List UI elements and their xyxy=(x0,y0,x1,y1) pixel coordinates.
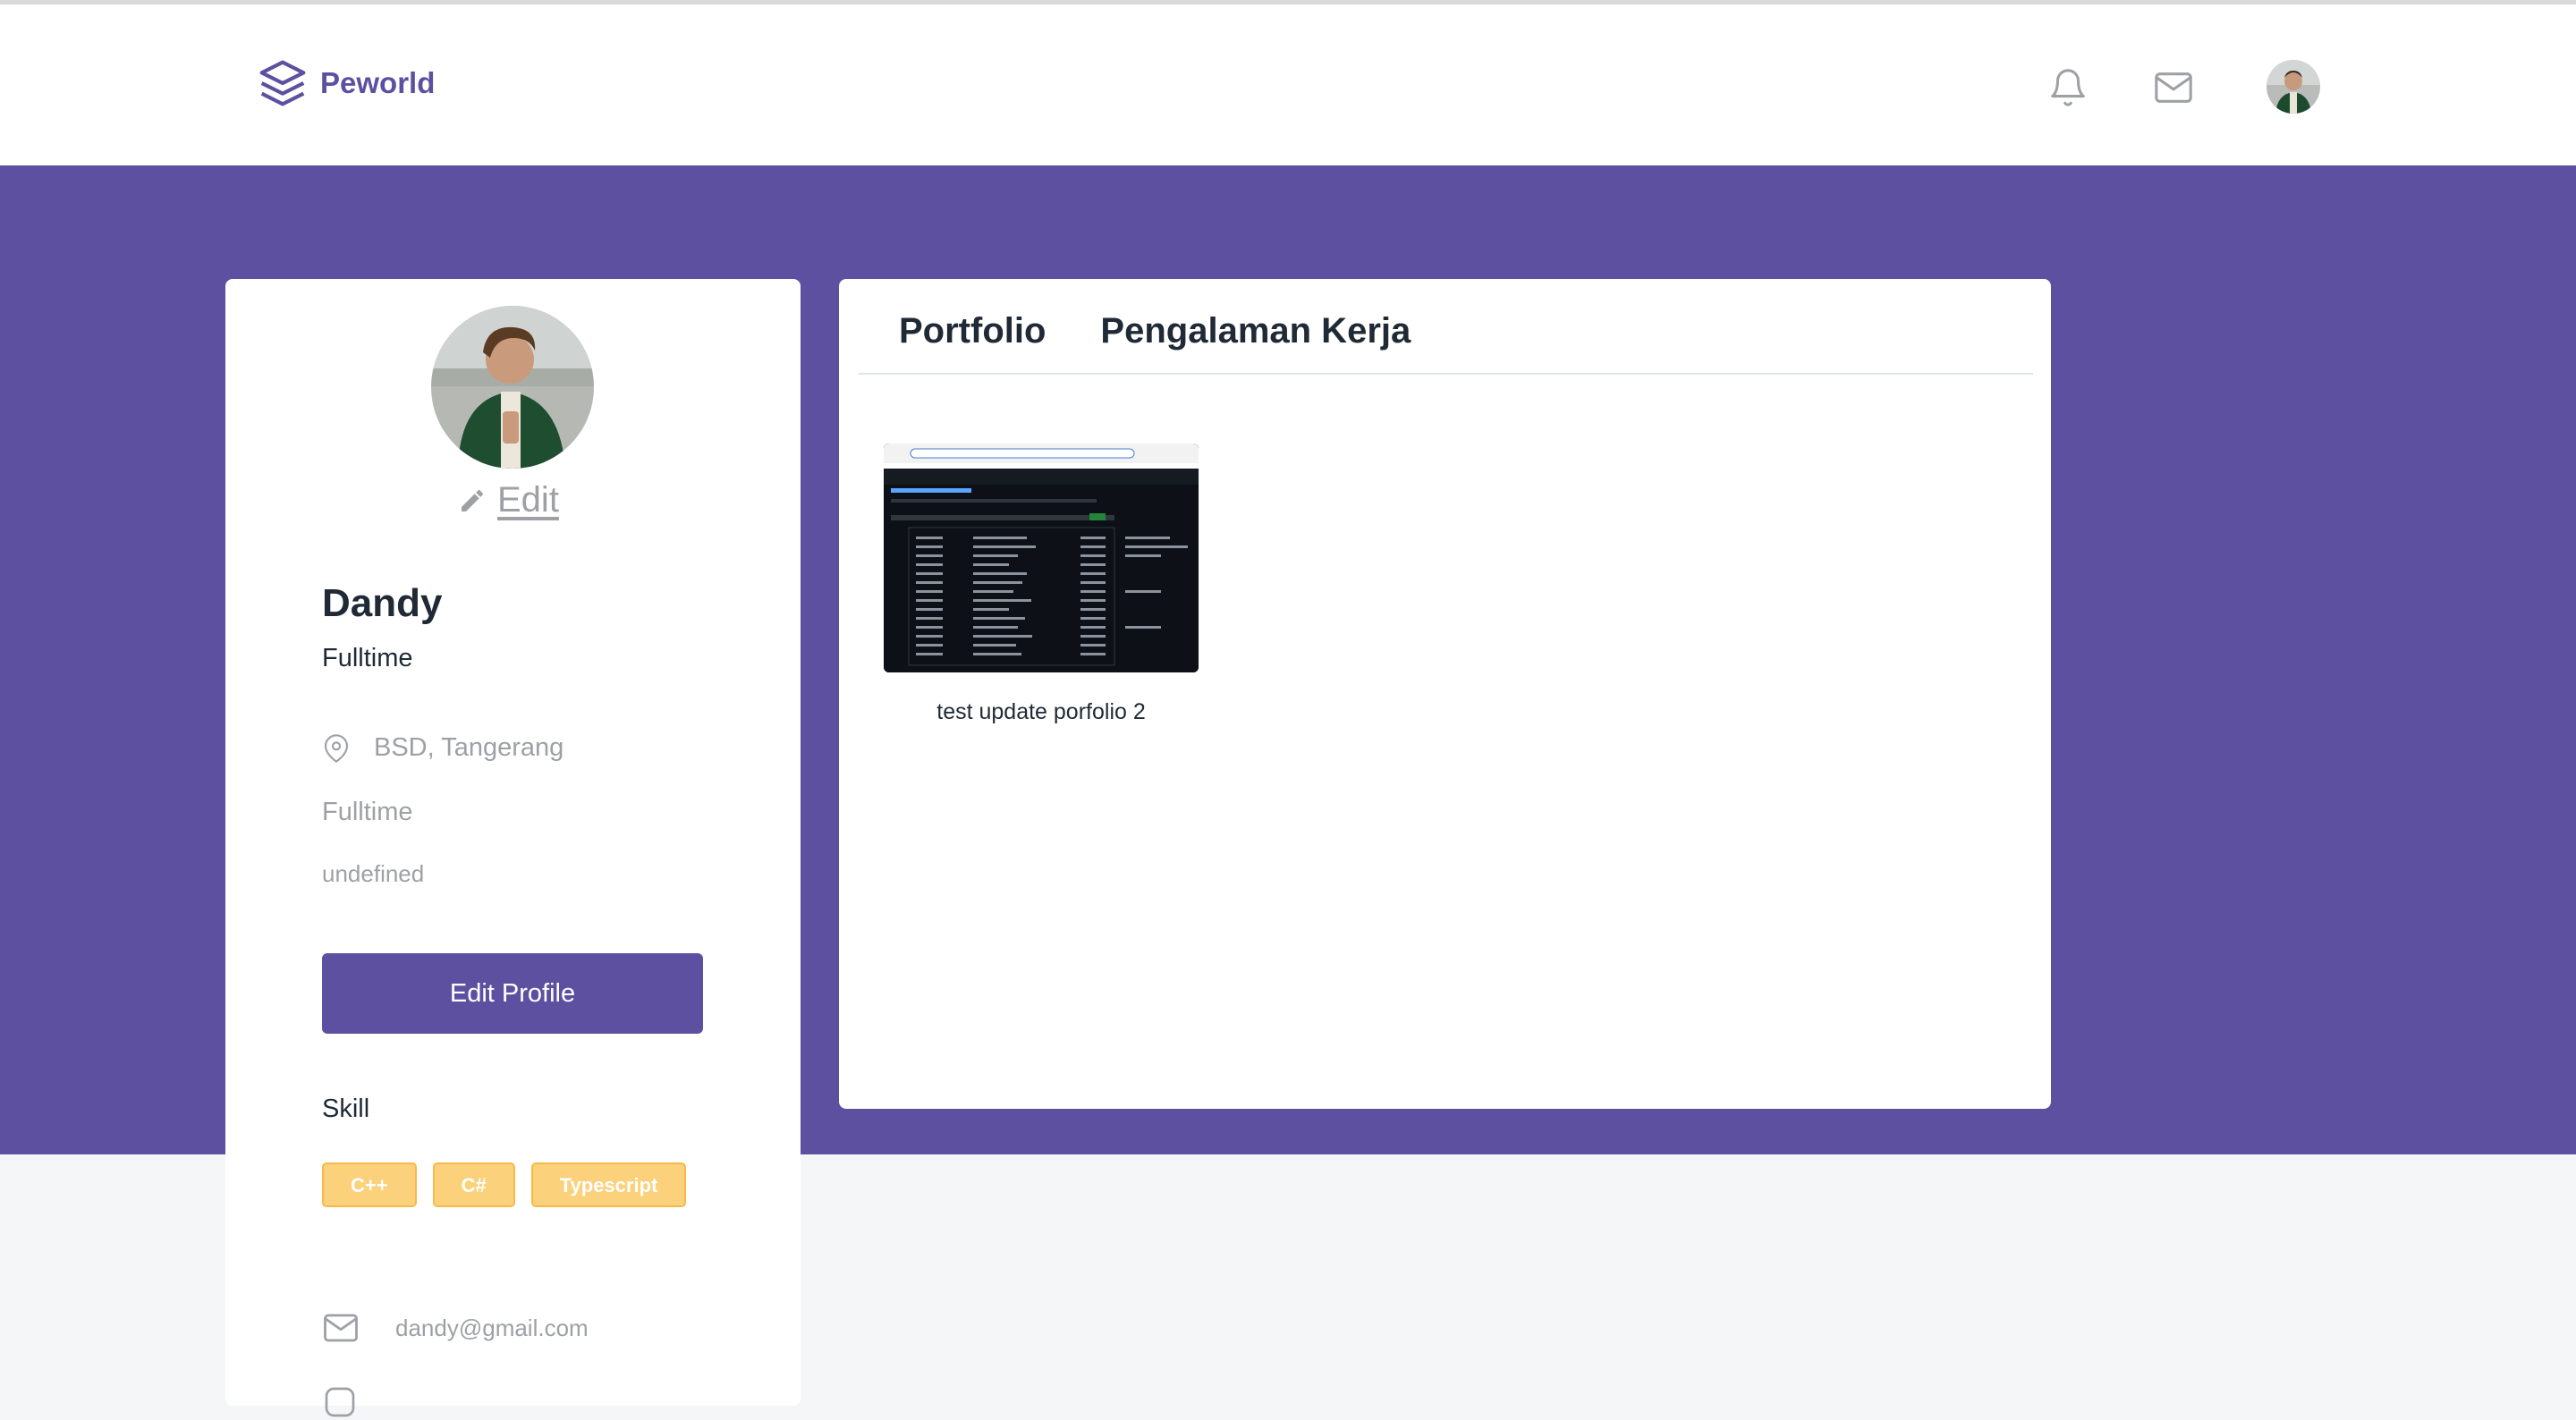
portfolio-item[interactable]: test update porfolio 2 xyxy=(884,444,1199,725)
bell-icon[interactable] xyxy=(2047,67,2089,108)
contact-icon xyxy=(325,1387,355,1417)
pencil-icon xyxy=(462,489,483,511)
edit-photo-label[interactable]: Edit xyxy=(497,480,559,520)
profile-name: Dandy xyxy=(322,581,443,625)
tab-portfolio[interactable]: Portfolio xyxy=(899,311,1046,351)
portfolio-title: test update porfolio 2 xyxy=(936,699,1146,724)
skill-title: Skill xyxy=(322,1095,370,1123)
content-card: Portfolio Pengalaman Kerja test update p… xyxy=(839,279,2051,1109)
contact-email: dandy@gmail.com xyxy=(322,1309,589,1347)
brand-logo[interactable]: Peworld xyxy=(258,58,435,108)
mail-icon[interactable] xyxy=(2153,67,2194,108)
profile-card: Edit Dandy Fulltime BSD, Tangerang Fullt… xyxy=(225,279,801,1417)
portfolio-thumbnail[interactable] xyxy=(884,444,1199,672)
profile-photo xyxy=(431,306,594,469)
mail-icon xyxy=(324,1314,358,1342)
navbar: Peworld xyxy=(0,4,2576,165)
edit-photo-link[interactable]: Edit xyxy=(458,480,559,520)
map-pin-icon xyxy=(324,733,349,763)
brand-name: Peworld xyxy=(320,66,436,99)
skill-list: C++ C# Typescript xyxy=(322,1162,687,1207)
skill-tag: C# xyxy=(432,1162,515,1207)
profile-work-type: Fulltime xyxy=(322,798,413,826)
profile-job: Fulltime xyxy=(322,644,413,672)
profile-location: BSD, Tangerang xyxy=(322,733,564,763)
edit-profile-button[interactable]: Edit Profile xyxy=(322,953,703,1034)
email-text: dandy@gmail.com xyxy=(395,1314,589,1341)
skill-tag: Typescript xyxy=(530,1162,687,1207)
profile-description: undefined xyxy=(322,860,425,887)
tab-work-experience[interactable]: Pengalaman Kerja xyxy=(1100,311,1411,351)
tab-divider xyxy=(859,373,2033,375)
profile-tabs: Portfolio Pengalaman Kerja xyxy=(899,311,1411,351)
user-avatar[interactable] xyxy=(2267,60,2320,114)
layers-icon xyxy=(259,60,306,106)
skill-tag: C++ xyxy=(322,1162,417,1207)
location-text: BSD, Tangerang xyxy=(374,733,564,762)
